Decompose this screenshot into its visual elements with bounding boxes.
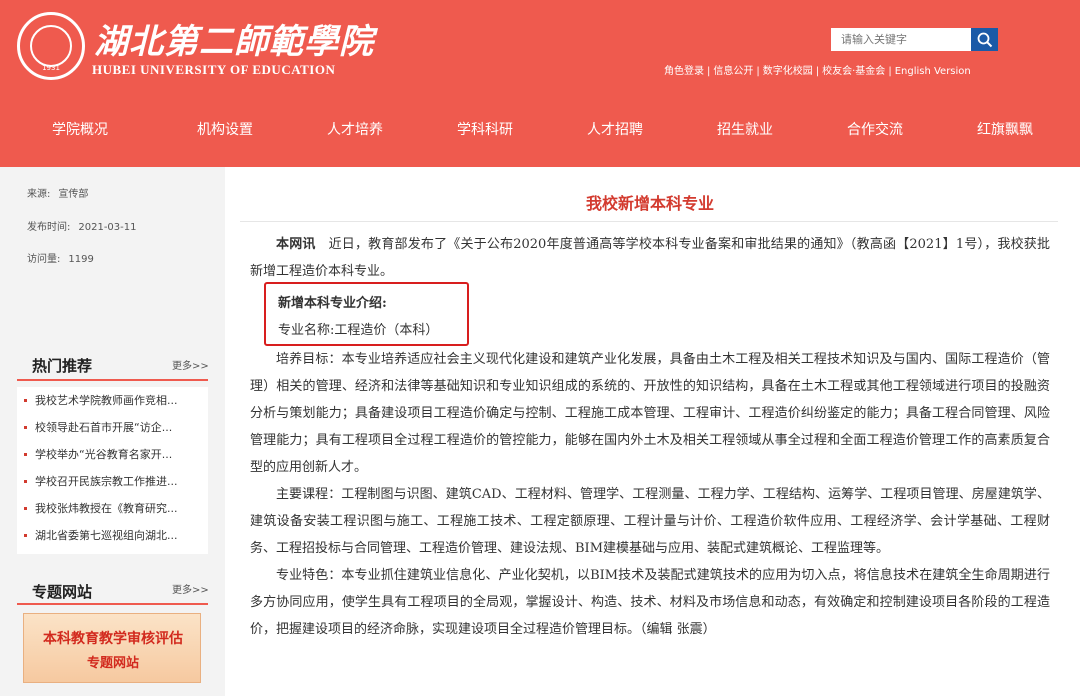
- school-emblem-icon[interactable]: 1931: [17, 12, 85, 80]
- goals-paragraph: 培养目标：本专业培养适应社会主义现代化建设和建筑产业化发展，具备由土木工程及相关…: [250, 352, 1050, 475]
- title-divider: [240, 221, 1058, 222]
- link-separator: |: [756, 66, 760, 77]
- topics-more-link[interactable]: 更多>>: [172, 581, 209, 596]
- topic-banner[interactable]: 本科教育教学审核评估 专题网站: [23, 613, 201, 683]
- article-body: 培养目标：本专业培养适应社会主义现代化建设和建筑产业化发展，具备由土木工程及相关…: [250, 346, 1050, 643]
- article-title: 我校新增本科专业: [585, 194, 714, 213]
- topics-divider: [17, 603, 208, 605]
- list-item[interactable]: 校领导赴石首市开展“访企...: [17, 414, 208, 441]
- meta-views-label: 访问量:: [27, 254, 61, 265]
- banner-line-2: 专题网站: [86, 656, 139, 671]
- top-links: 角色登录 | 信息公开 | 数字化校园 | 校友会·基金会 | English Version: [664, 62, 971, 77]
- site-header: 1931 湖北第二師範學院 HUBEI UNIVERSITY OF EDUCAT…: [0, 0, 1080, 102]
- highlight-box: [264, 282, 469, 346]
- courses-paragraph: 主要课程：工程制图与识图、建筑CAD、工程材料、管理学、工程测量、工程力学、工程…: [250, 487, 1050, 556]
- meta-date-label: 发布时间:: [27, 222, 71, 233]
- banner-line-1: 本科教育教学审核评估: [43, 631, 183, 647]
- features-paragraph: 专业特色：本专业抓住建筑业信息化、产业化契机，以BIM技术及装配式建筑技术的应用…: [250, 568, 1050, 637]
- link-role-login[interactable]: 角色登录: [664, 66, 704, 77]
- search-icon: [977, 32, 992, 47]
- link-english-version[interactable]: English Version: [895, 66, 971, 77]
- meta-date-value: 2021-03-11: [78, 222, 137, 233]
- nav-item-cooperation[interactable]: 合作交流: [810, 102, 940, 167]
- list-item[interactable]: 我校张炜教授在《教育研究...: [17, 495, 208, 522]
- meta-source-label: 来源:: [27, 189, 51, 200]
- article-intro: 本网讯 近日，教育部发布了《关于公布2020年度普通高等学校本科专业备案和审批结…: [250, 231, 1050, 285]
- hot-news-list: 我校艺术学院教师画作竞相... 校领导赴石首市开展“访企... 学校举办“光谷教…: [17, 387, 208, 549]
- meta-views: 访问量: 1199: [27, 250, 94, 265]
- nav-item-education[interactable]: 人才培养: [290, 102, 420, 167]
- nav-item-overview[interactable]: 学院概况: [0, 102, 160, 167]
- logo-english-name[interactable]: HUBEI UNIVERSITY OF EDUCATION: [92, 62, 335, 78]
- link-separator: |: [888, 66, 892, 77]
- logo-chinese-name[interactable]: 湖北第二師範學院: [94, 14, 374, 63]
- intro-paragraph: 本网讯 近日，教育部发布了《关于公布2020年度普通高等学校本科专业备案和审批结…: [250, 231, 1050, 285]
- list-item[interactable]: 湖北省委第七巡视组向湖北...: [17, 522, 208, 549]
- link-info-public[interactable]: 信息公开: [713, 66, 753, 77]
- hot-more-link[interactable]: 更多>>: [172, 357, 209, 372]
- emblem-year: 1931: [42, 64, 60, 72]
- list-item[interactable]: 学校召开民族宗教工作推进...: [17, 468, 208, 495]
- meta-source: 来源: 宣传部: [27, 185, 88, 200]
- main-nav: 学院概况 机构设置 人才培养 学科科研 人才招聘 招生就业 合作交流 红旗飘飘: [0, 102, 1080, 167]
- meta-views-value: 1199: [68, 254, 94, 265]
- link-digital-campus[interactable]: 数字化校园: [763, 66, 813, 77]
- link-separator: |: [815, 66, 820, 77]
- hot-title: 热门推荐: [32, 357, 93, 375]
- nav-item-recruitment[interactable]: 人才招聘: [550, 102, 680, 167]
- search-input[interactable]: [831, 28, 971, 51]
- nav-item-admissions[interactable]: 招生就业: [680, 102, 810, 167]
- hot-list-box: 我校艺术学院教师画作竞相... 校领导赴石首市开展“访企... 学校举办“光谷教…: [17, 387, 208, 554]
- nav-item-red-flag[interactable]: 红旗飘飘: [940, 102, 1070, 167]
- intro-lead: 本网讯: [276, 237, 316, 252]
- emblem-inner-ring: [30, 25, 72, 67]
- meta-source-value: 宣传部: [58, 189, 89, 200]
- hot-divider: [17, 379, 208, 381]
- search-button[interactable]: [971, 28, 998, 51]
- meta-date: 发布时间: 2021-03-11: [27, 218, 137, 233]
- intro-text: 近日，教育部发布了《关于公布2020年度普通高等学校本科专业备案和审批结果的通知…: [250, 237, 1050, 279]
- nav-item-departments[interactable]: 机构设置: [160, 102, 290, 167]
- topics-title: 专题网站: [32, 583, 93, 601]
- link-alumni-foundation[interactable]: 校友会·基金会: [822, 66, 885, 77]
- link-separator: |: [707, 66, 711, 77]
- list-item[interactable]: 我校艺术学院教师画作竞相...: [17, 387, 208, 414]
- list-item[interactable]: 学校举办“光谷教育名家开...: [17, 441, 208, 468]
- nav-item-research[interactable]: 学科科研: [420, 102, 550, 167]
